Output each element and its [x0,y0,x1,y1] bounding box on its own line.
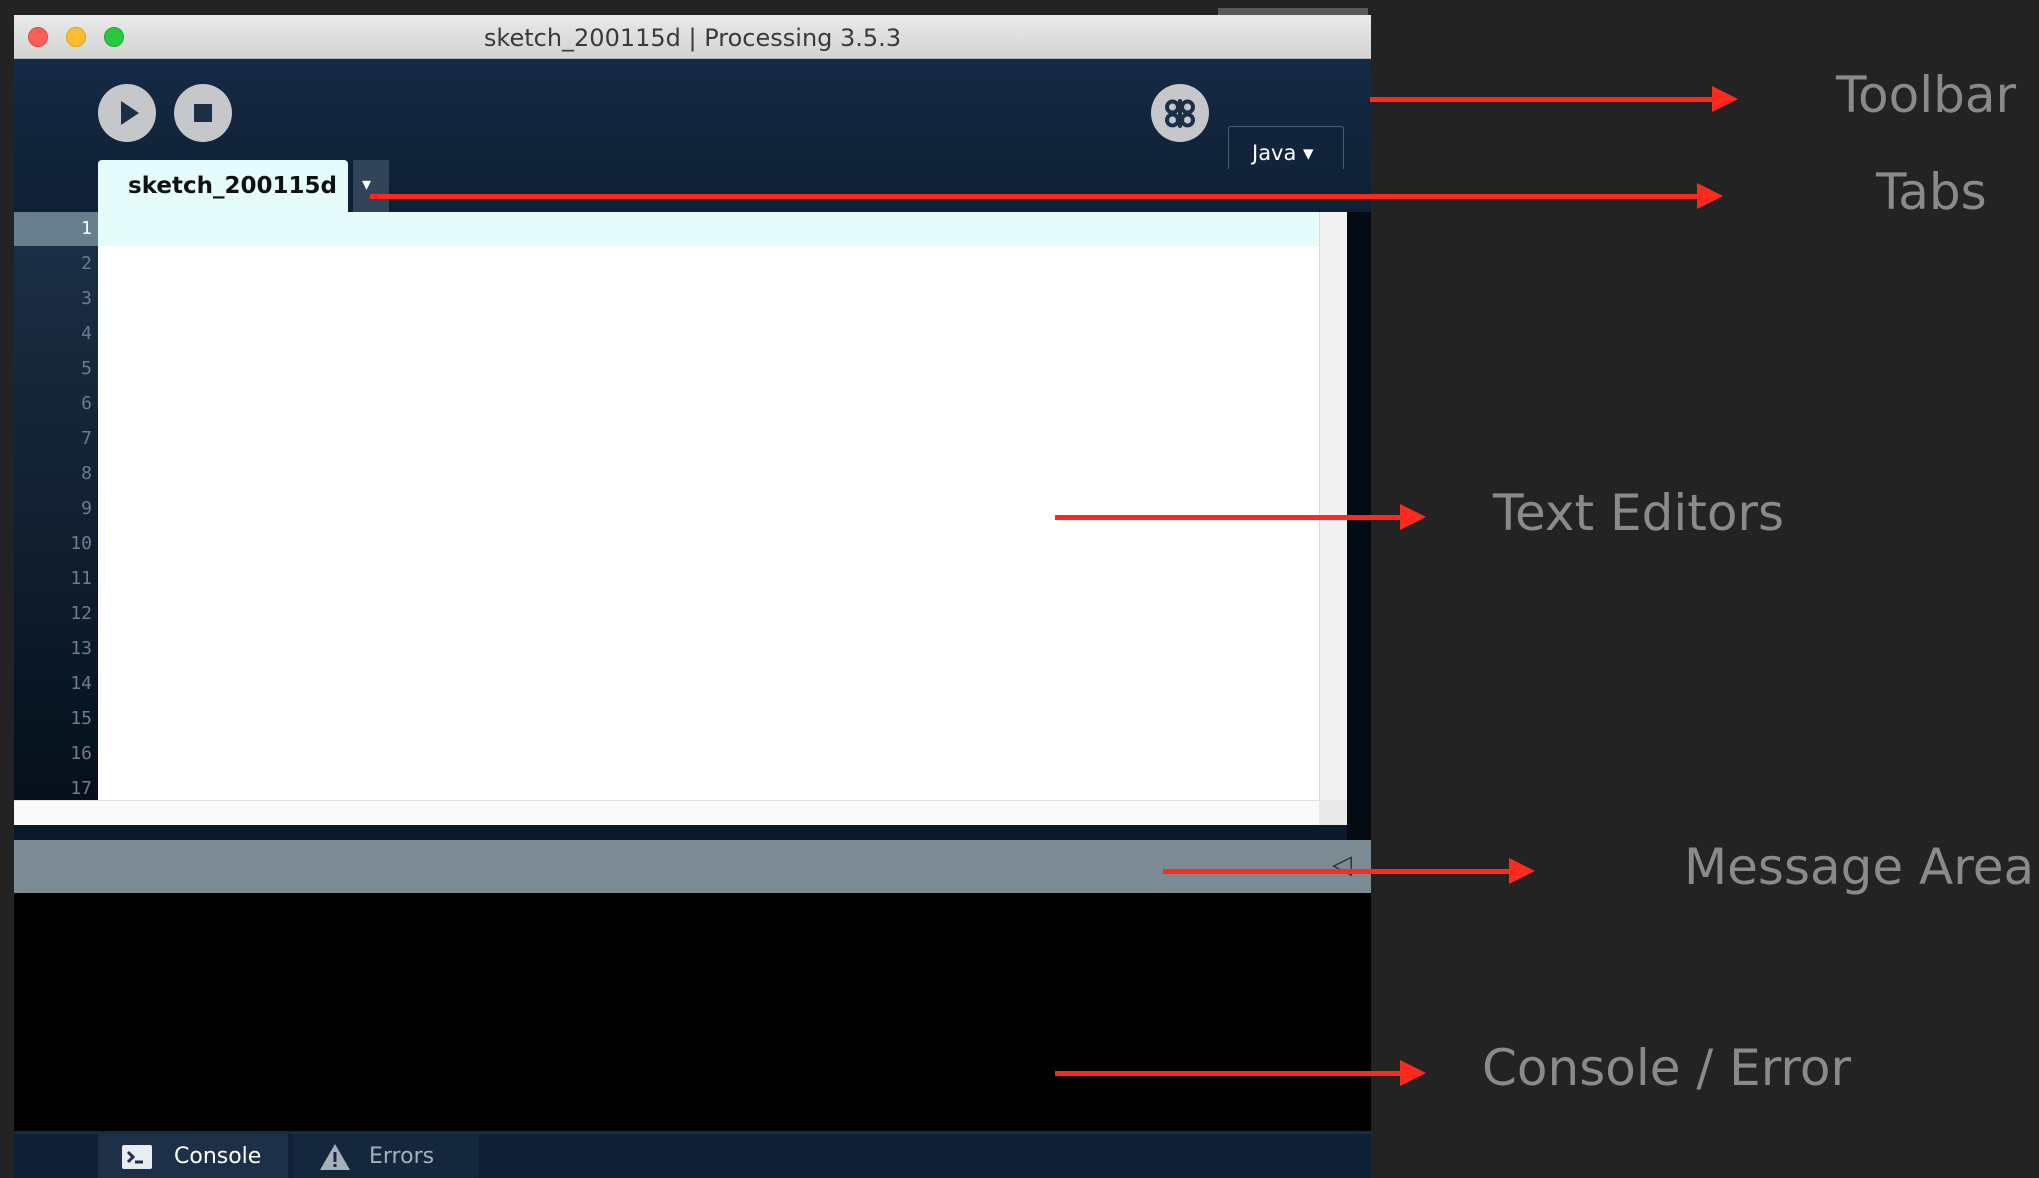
editor-right-edge [1347,212,1371,850]
text-editors-annotation: Text Editors [1493,484,1785,542]
processing-window: sketch_200115d | Processing 3.5.3 Java ▾… [14,15,1371,1178]
stop-button[interactable] [174,84,232,142]
console-error-arrow [1055,1060,1426,1086]
tabs-arrow [370,183,1723,209]
window-title: sketch_200115d | Processing 3.5.3 [483,24,902,52]
line-number: 12 [70,603,92,624]
line-number: 7 [81,428,92,449]
line-number-gutter: 1 2 3 4 5 6 7 8 9 10 11 12 13 14 15 16 17 [14,212,98,800]
toolbar-annotation: Toolbar [1836,66,2017,124]
tabs-annotation: Tabs [1876,163,1987,221]
text-editors-arrow [1055,504,1426,530]
line-number: 3 [81,288,92,309]
line-number: 11 [70,568,92,589]
toolbar-arrow [1370,86,1738,112]
tab-menu-button[interactable]: ▾ [353,160,389,212]
mode-label: Java ▾ [1252,141,1314,165]
line-number: 9 [81,498,92,519]
console-tab-label: Console [174,1144,262,1169]
console-footer: Console Errors [14,1134,1371,1178]
tab-label: sketch_200115d [128,173,337,199]
horizontal-scrollbar[interactable] [14,800,1319,825]
message-area-annotation: Message Area [1684,838,2035,896]
tab-sketch[interactable]: sketch_200115d [98,160,348,212]
line-number: 15 [70,708,92,729]
line-number: 4 [81,323,92,344]
line-number: 13 [70,638,92,659]
line-number: 10 [70,533,92,554]
text-editor[interactable] [98,212,1319,800]
line-number: 16 [70,743,92,764]
scrollbar-corner [1319,800,1347,825]
stop-icon [194,104,212,122]
warning-icon [320,1144,350,1170]
window-edge-sliver [1218,8,1368,15]
collapse-icon[interactable]: ◁ [1332,850,1352,880]
line-number: 5 [81,358,92,379]
line-number: 14 [70,673,92,694]
console-area[interactable] [14,893,1371,1134]
errors-tab-label: Errors [369,1144,435,1169]
console-error-annotation: Console / Error [1482,1039,1851,1097]
current-line-highlight [98,212,1319,246]
line-number: 1 [81,218,92,239]
line-number: 6 [81,393,92,414]
debug-button[interactable] [1151,84,1209,142]
line-number: 17 [70,778,92,799]
message-area-arrow [1163,858,1535,884]
line-number: 8 [81,463,92,484]
line-number: 2 [81,253,92,274]
butterfly-icon [1165,99,1195,128]
vertical-scrollbar[interactable] [1319,212,1347,800]
chevron-down-icon: ▾ [362,174,372,195]
title-bar[interactable]: sketch_200115d | Processing 3.5.3 [14,15,1371,59]
tab-console[interactable]: Console [98,1134,288,1178]
tab-errors[interactable]: Errors [293,1134,479,1178]
message-area: ◁ [14,840,1371,893]
play-icon [121,101,139,125]
terminal-icon [122,1145,152,1169]
toolbar: Java ▾ [14,59,1371,180]
run-button[interactable] [98,84,156,142]
